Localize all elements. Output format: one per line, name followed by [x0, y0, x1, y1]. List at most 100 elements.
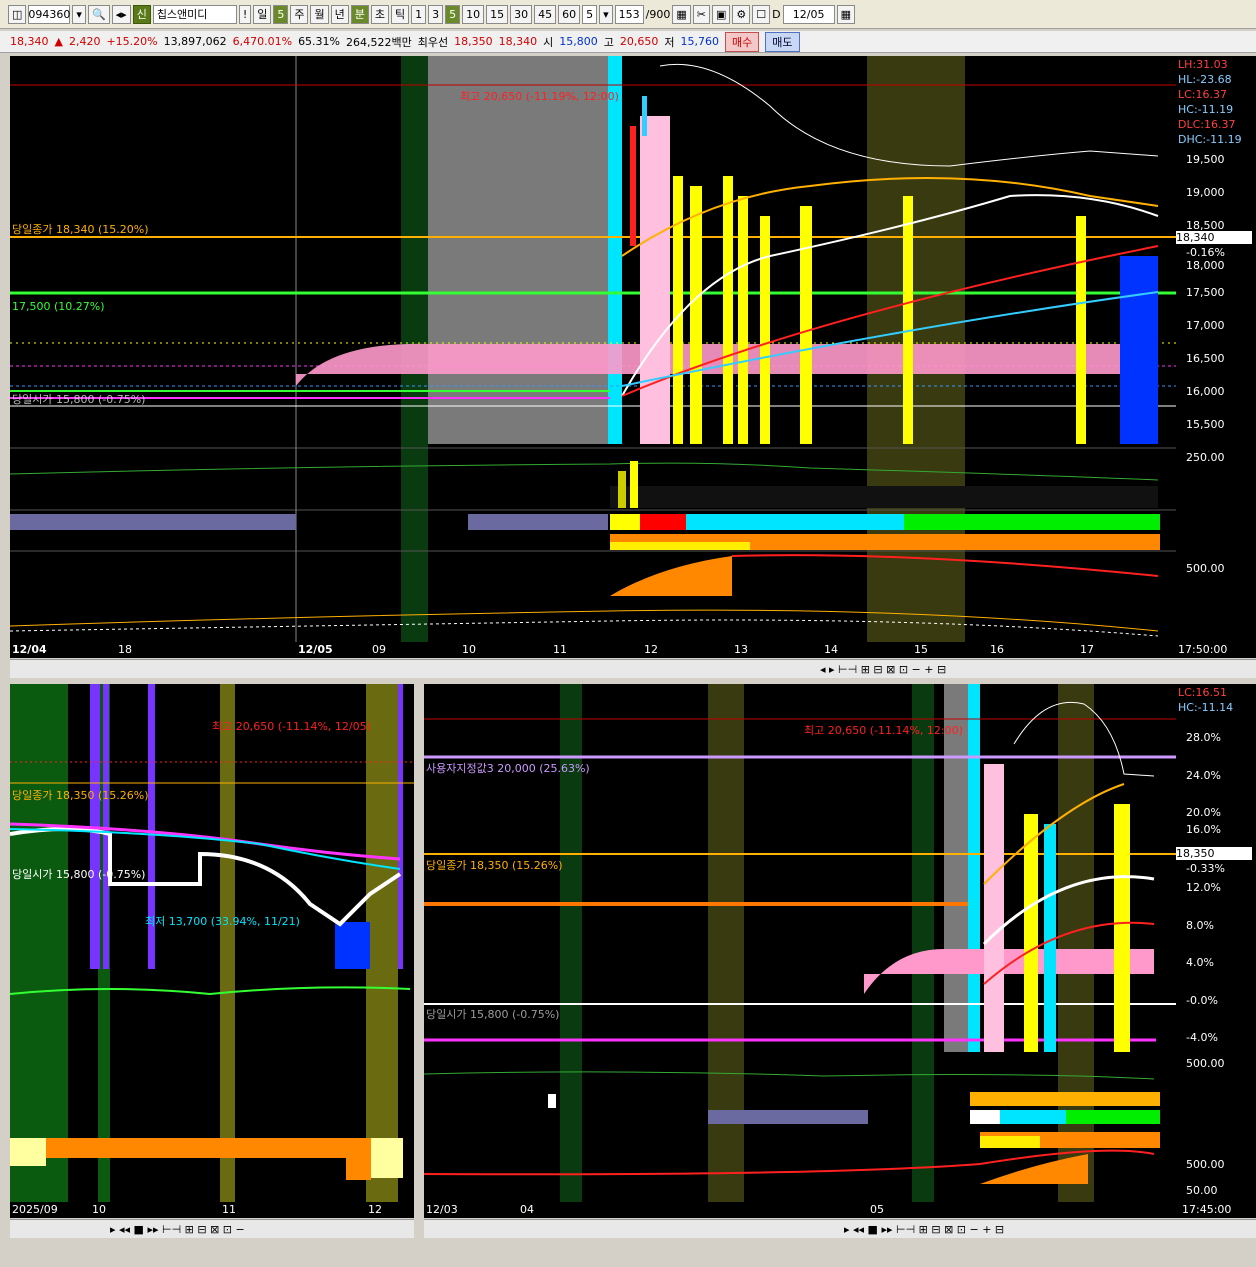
period-year[interactable]: 년: [330, 4, 349, 24]
minute-1[interactable]: 1: [411, 4, 427, 24]
bar: [903, 196, 913, 444]
search-icon[interactable]: 🔍: [87, 4, 110, 24]
band: [398, 684, 403, 969]
period-second[interactable]: 초: [370, 4, 389, 24]
alert-button[interactable]: !: [238, 4, 252, 24]
bar: [1076, 216, 1086, 444]
band: [1058, 684, 1094, 1202]
quote-bar: 18,340 ▲ 2,420 +15.20% 13,897,062 6,470.…: [0, 31, 1256, 53]
minute-3[interactable]: 3: [428, 4, 444, 24]
prev-next-icon[interactable]: ◂▸: [111, 4, 131, 24]
minute-10[interactable]: 10: [462, 4, 485, 24]
top-close-label: 당일종가 18,340 (15.20%): [12, 223, 149, 236]
calendar-icon[interactable]: ▦: [836, 4, 856, 24]
scale-tick: 18,000: [1186, 259, 1225, 272]
count-total: /900: [645, 7, 671, 21]
cloud: [864, 949, 1154, 994]
minute-15[interactable]: 15: [486, 4, 509, 24]
period-day-count[interactable]: 5: [273, 4, 289, 24]
top-high-label: 최고 20,650 (-11.19%, 12:00): [460, 90, 619, 103]
br-user-label: 사용자지정값3 20,000 (25.63%): [426, 762, 590, 775]
color-strip: [686, 514, 904, 530]
indicator-line: [10, 609, 1159, 632]
color-strip: [468, 514, 608, 530]
x-label: 15: [914, 643, 928, 656]
open-label: 시: [543, 35, 554, 49]
scale-tick: 500.00: [1186, 562, 1225, 575]
stock-name[interactable]: 칩스앤미디: [152, 4, 237, 24]
scroll-controls[interactable]: ◂ ▸ ⊢⊣ ⊞ ⊟ ⊠ ⊡ − + ⊟: [820, 663, 946, 676]
dlc-info: DLC:16.37: [1178, 118, 1236, 131]
hc-info: HC:-11.19: [1178, 103, 1234, 116]
x-label: 09: [372, 643, 386, 656]
current-pct-tag: -0.33%: [1186, 862, 1225, 875]
orange-strip: [980, 1136, 1040, 1148]
histogram-bar: [618, 471, 626, 508]
ma-line: [10, 828, 401, 870]
settings-icon[interactable]: ⚙: [732, 4, 751, 24]
period-week[interactable]: 주: [290, 4, 309, 24]
band: [708, 684, 744, 1202]
band: [944, 684, 968, 1052]
price-change: 2,420: [68, 35, 101, 48]
br-scroll-bar[interactable]: ▸ ◂◂ ■ ▸▸ ⊢⊣ ⊞ ⊟ ⊠ ⊡ − + ⊟: [424, 1219, 1256, 1238]
low-label: 저: [664, 35, 675, 49]
bar: [760, 216, 770, 444]
period-day[interactable]: 일: [253, 4, 272, 24]
buy-button[interactable]: 매수: [725, 31, 760, 52]
code-dropdown-icon[interactable]: ▾: [72, 4, 86, 24]
interval-dropdown-icon[interactable]: ▾: [599, 4, 613, 24]
volume: 13,897,062: [163, 35, 227, 48]
volume-diff: 6,470.01%: [232, 35, 293, 48]
area-fill: [46, 1138, 346, 1158]
stock-code-input[interactable]: 094360: [28, 4, 71, 24]
bl-close-label: 당일종가 18,350 (15.26%): [12, 789, 149, 802]
br-high-label: 최고 20,650 (-11.14%, 12:00): [804, 724, 963, 737]
interval-input[interactable]: 5: [582, 4, 598, 24]
save-icon[interactable]: ▣: [711, 4, 731, 24]
top-chart-pane[interactable]: 최고 20,650 (-11.19%, 12:00) 당일종가 18,340 (…: [10, 56, 1176, 642]
br-x-axis: 12/03 04 05 17:45:00: [424, 1202, 1256, 1218]
x-label: 12/03: [426, 1203, 458, 1216]
marker: [548, 1094, 556, 1108]
sell-button[interactable]: 매도: [765, 31, 800, 52]
trade-amount: 264,522백만: [346, 35, 412, 49]
period-tick[interactable]: 틱: [390, 4, 410, 24]
bottom-right-pane[interactable]: 최고 20,650 (-11.14%, 12:00) 사용자지정값3 20,00…: [424, 684, 1176, 1202]
bar: [1114, 804, 1130, 1052]
date-input[interactable]: 12/05: [782, 4, 835, 24]
current-price-tag: 18,340: [1176, 231, 1252, 244]
color-strip: [610, 514, 640, 530]
current-price-tag: 18,350: [1176, 847, 1252, 860]
color-strip: [970, 1110, 1000, 1124]
d-checkbox[interactable]: ☐: [752, 4, 771, 24]
tool-icon[interactable]: ✂: [692, 4, 710, 24]
scale-tick: 17,000: [1186, 319, 1225, 332]
bar: [738, 196, 748, 444]
minute-5[interactable]: 5: [445, 4, 461, 24]
lc-info: LC:16.37: [1178, 88, 1228, 101]
top-scroll-bar[interactable]: ◂ ▸ ⊢⊣ ⊞ ⊟ ⊠ ⊡ − + ⊟: [10, 659, 1256, 678]
minute-30[interactable]: 30: [510, 4, 533, 24]
open-price: 15,800: [559, 35, 598, 48]
period-minute[interactable]: 분: [350, 4, 369, 24]
bottom-left-pane[interactable]: 최고 20,650 (-11.14%, 12/05) 당일종가 18,350 (…: [10, 684, 414, 1202]
window-icon[interactable]: ◫: [8, 4, 27, 24]
scroll-controls[interactable]: ▸ ◂◂ ■ ▸▸ ⊢⊣ ⊞ ⊟ ⊠ ⊡ − + ⊟: [844, 1223, 1004, 1236]
minute-60[interactable]: 60: [558, 4, 581, 24]
grid-icon[interactable]: ▦: [672, 4, 691, 24]
scale-tick: 19,500: [1186, 153, 1225, 166]
bar: [1120, 256, 1158, 444]
x-label: 10: [92, 1203, 106, 1216]
area-fill: [371, 1138, 403, 1178]
lc-info: LC:16.51: [1178, 686, 1228, 699]
x-label: 05: [870, 1203, 884, 1216]
bar: [673, 176, 683, 444]
period-month[interactable]: 월: [310, 4, 329, 24]
bl-scroll-bar[interactable]: ▸ ◂◂ ■ ▸▸ ⊢⊣ ⊞ ⊟ ⊠ ⊡ −: [10, 1219, 414, 1238]
count-input[interactable]: 153: [614, 4, 644, 24]
ask-price: 18,340: [498, 35, 538, 48]
band: [912, 684, 934, 1202]
scroll-controls[interactable]: ▸ ◂◂ ■ ▸▸ ⊢⊣ ⊞ ⊟ ⊠ ⊡ −: [110, 1223, 245, 1236]
minute-45[interactable]: 45: [534, 4, 557, 24]
